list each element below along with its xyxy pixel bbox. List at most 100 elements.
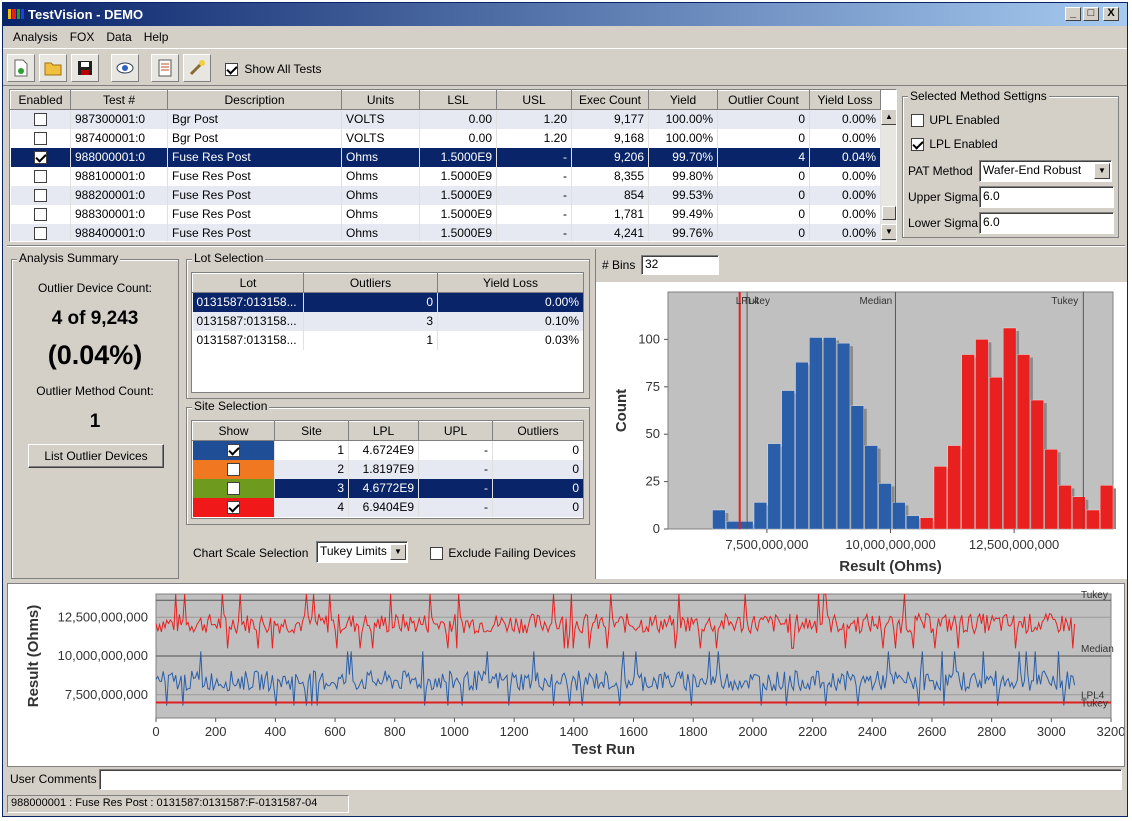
upl-enabled-checkbox[interactable]: [911, 114, 924, 128]
user-comments-label: User Comments: [10, 772, 97, 786]
enabled-cell[interactable]: [10, 185, 71, 205]
site-col-header[interactable]: Site: [274, 421, 349, 441]
tests-table: Enabled Test # Description Units LSL USL Exec …: [10, 90, 881, 241]
tests-col-header[interactable]: Test #: [70, 90, 168, 110]
scroll-up-icon[interactable]: ▲: [881, 109, 896, 125]
site-row[interactable]: 1 4.6724E9-0: [192, 440, 583, 460]
lot-col-header[interactable]: Yield Loss: [437, 273, 583, 293]
site-show-checkbox[interactable]: [226, 501, 240, 515]
tests-col-header[interactable]: USL: [496, 90, 572, 110]
exclude-failing-checkbox[interactable]: [430, 547, 443, 561]
view-eye-icon[interactable]: [111, 54, 139, 82]
cell-units: VOLTS: [341, 128, 420, 148]
scroll-thumb[interactable]: [882, 206, 896, 220]
site-show-cell[interactable]: [192, 497, 275, 517]
pat-method-select[interactable]: Wafer-End Robust ▼: [979, 160, 1112, 182]
show-all-tests-checkbox[interactable]: [225, 63, 238, 77]
enabled-cell[interactable]: [10, 128, 71, 148]
site-row[interactable]: 4 6.9404E9-0: [192, 497, 583, 517]
table-row[interactable]: 988400001:0 Fuse Res Post Ohms 1.5000E9-4,2…: [10, 223, 881, 241]
histogram-bar: [975, 339, 989, 530]
enabled-cell[interactable]: [10, 147, 71, 167]
site-show-cell[interactable]: [192, 478, 275, 498]
open-folder-icon[interactable]: [39, 54, 67, 82]
tests-col-header[interactable]: Yield: [648, 90, 718, 110]
lot-row[interactable]: 0131587:013158... 1 0.03%: [192, 330, 583, 350]
site-show-cell[interactable]: [192, 440, 275, 460]
menu-analysis[interactable]: Analysis: [7, 30, 64, 44]
chevron-down-icon[interactable]: ▼: [390, 544, 406, 560]
x-tick-label: 800: [384, 724, 406, 739]
site-row[interactable]: 2 1.8197E9-0: [192, 459, 583, 479]
tests-col-header[interactable]: Units: [341, 90, 420, 110]
table-row[interactable]: 988200001:0 Fuse Res Post Ohms 1.5000E9-854…: [10, 185, 881, 205]
enabled-checkbox[interactable]: [33, 132, 47, 146]
tests-scrollbar[interactable]: ▲ ▼: [881, 109, 896, 241]
show-all-tests-toggle[interactable]: Show All Tests: [225, 62, 322, 77]
lot-col-header[interactable]: Lot: [192, 273, 304, 293]
save-icon[interactable]: [71, 54, 99, 82]
table-row[interactable]: 987400001:0 Bgr Post VOLTS 0.00 1.20 9,168 100…: [10, 128, 881, 148]
site-col-header[interactable]: UPL: [418, 421, 493, 441]
site-row[interactable]: 3 4.6772E9-0: [192, 478, 583, 498]
lot-row[interactable]: 0131587:013158... 3 0.10%: [192, 311, 583, 331]
enabled-cell[interactable]: [10, 204, 71, 224]
chevron-down-icon[interactable]: ▼: [1094, 163, 1110, 179]
user-comments-input[interactable]: [99, 769, 1122, 790]
list-outlier-devices-button[interactable]: List Outlier Devices: [28, 444, 164, 468]
lot-col-header[interactable]: Outliers: [303, 273, 438, 293]
lot-cell: 0131587:013158...: [192, 292, 304, 312]
chart-scale-select[interactable]: Tukey Limits ▼: [316, 541, 408, 563]
table-row[interactable]: 988300001:0 Fuse Res Post Ohms 1.5000E9-1,7…: [10, 204, 881, 224]
tests-col-header[interactable]: Exec Count: [571, 90, 649, 110]
bins-input[interactable]: 32: [641, 255, 719, 275]
tests-col-header[interactable]: LSL: [419, 90, 497, 110]
lot-row[interactable]: 0131587:013158... 0 0.00%: [192, 292, 583, 312]
enabled-cell[interactable]: [10, 109, 71, 129]
lower-sigma-input[interactable]: 6.0: [979, 212, 1114, 234]
tests-col-header[interactable]: Enabled: [10, 90, 71, 110]
settings-wand-icon[interactable]: [183, 54, 211, 82]
site-show-cell[interactable]: [192, 459, 275, 479]
cell-exec: 9,168: [571, 128, 649, 148]
upl-enabled-toggle[interactable]: UPL Enabled: [911, 113, 1000, 128]
close-button[interactable]: X: [1103, 7, 1119, 21]
new-icon[interactable]: [7, 54, 35, 82]
enabled-cell[interactable]: [10, 166, 71, 186]
site-show-checkbox[interactable]: [226, 444, 240, 458]
enabled-checkbox[interactable]: [33, 170, 47, 184]
lpl-enabled-toggle[interactable]: LPL Enabled: [911, 137, 998, 152]
tests-col-header[interactable]: Description: [167, 90, 342, 110]
report-icon[interactable]: [151, 54, 179, 82]
menu-data[interactable]: Data: [100, 30, 137, 44]
site-show-checkbox[interactable]: [226, 482, 240, 496]
tests-col-header[interactable]: Outlier Count: [717, 90, 810, 110]
maximize-button[interactable]: □: [1083, 7, 1099, 21]
enabled-cell[interactable]: [10, 223, 71, 241]
site-col-header[interactable]: LPL: [348, 421, 419, 441]
site-col-header[interactable]: Outliers: [492, 421, 583, 441]
minimize-button[interactable]: _: [1065, 7, 1081, 21]
site-outliers-cell: 0: [492, 440, 583, 460]
lpl-enabled-checkbox[interactable]: [911, 138, 924, 152]
enabled-checkbox[interactable]: [33, 189, 47, 203]
upper-sigma-input[interactable]: 6.0: [979, 186, 1114, 208]
menu-help[interactable]: Help: [138, 30, 175, 44]
scroll-down-icon[interactable]: ▼: [881, 224, 896, 240]
enabled-checkbox[interactable]: [33, 227, 47, 241]
site-col-header[interactable]: Show: [192, 421, 275, 441]
tests-col-header[interactable]: Yield Loss: [809, 90, 881, 110]
enabled-checkbox[interactable]: [33, 113, 47, 127]
site-show-checkbox[interactable]: [226, 463, 240, 477]
histogram-bar: [1086, 509, 1100, 530]
cell-outliers: 4: [717, 147, 810, 167]
enabled-checkbox[interactable]: [33, 208, 47, 222]
menu-fox[interactable]: FOX: [64, 30, 101, 44]
x-tick-label: 1400: [559, 724, 588, 739]
splitter[interactable]: [7, 245, 1125, 247]
table-row[interactable]: 987300001:0 Bgr Post VOLTS 0.00 1.20 9,177 100…: [10, 109, 881, 129]
table-row[interactable]: 988000001:0 Fuse Res Post Ohms 1.5000E9-9,2…: [10, 147, 881, 167]
exclude-failing-toggle[interactable]: Exclude Failing Devices: [430, 546, 576, 561]
table-row[interactable]: 988100001:0 Fuse Res Post Ohms 1.5000E9-8,3…: [10, 166, 881, 186]
enabled-checkbox[interactable]: [33, 151, 47, 165]
